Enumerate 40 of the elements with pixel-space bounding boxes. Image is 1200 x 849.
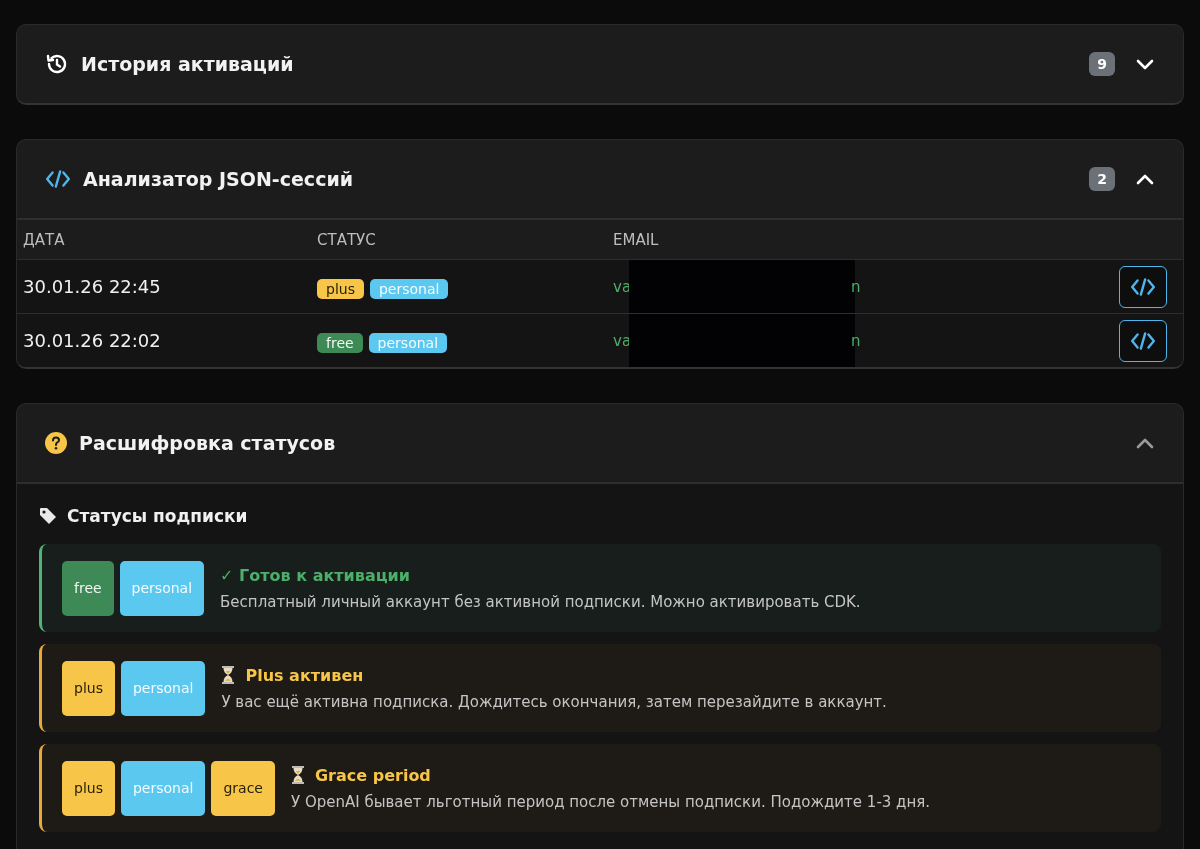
status-tag: personal [120, 660, 206, 716]
status-description: Бесплатный личный аккаунт без активной подписки. Можно активировать CDK. [220, 592, 861, 611]
status-tag: plus [317, 278, 364, 299]
email-text: n [851, 331, 861, 350]
status-description: У вас ещё активна подписка. Дождитесь окончания, затем перезайдите в аккаунт. [221, 693, 887, 711]
code-icon [1130, 329, 1156, 352]
status-title: Plus активен [245, 665, 364, 685]
status-tag: grace [211, 760, 275, 816]
email-text: n [851, 277, 861, 296]
panel-title: Расшифровка статусов [79, 432, 337, 454]
count-badge: 2 [1089, 167, 1115, 191]
panel-title: История активаций [81, 53, 295, 75]
tag-icon [39, 507, 57, 525]
code-icon [1130, 275, 1156, 298]
column-header: EMAIL [613, 230, 660, 249]
status-tag: personal [368, 332, 448, 353]
status-tag: free [62, 560, 114, 616]
status-tag: plus [62, 760, 115, 816]
status-tag: personal [120, 760, 206, 816]
count-badge: 9 [1089, 52, 1115, 76]
panel-title: Анализатор JSON-сессий [83, 168, 355, 190]
date-cell-text: 30.01.26 22:02 [23, 330, 162, 351]
status-tag: plus [62, 660, 115, 716]
history-icon [45, 52, 69, 76]
hourglass-icon [290, 765, 305, 785]
hourglass-icon [221, 665, 236, 685]
status-title: ✓ Готов к активации [220, 565, 410, 585]
view-json-button[interactable] [1119, 319, 1167, 362]
section-title: Статусы подписки [67, 506, 248, 526]
status-tag: free [317, 332, 363, 353]
view-json-button[interactable] [1119, 265, 1167, 308]
column-header: ДАТА [23, 230, 66, 249]
column-header: СТАТУС [317, 230, 377, 249]
date-cell-text: 30.01.26 22:45 [23, 276, 162, 297]
code-icon [45, 168, 71, 190]
status-description: У OpenAI бывает льготный период после отмены подписки. Подождите 1-3 дня. [290, 793, 931, 811]
status-tag: personal [119, 560, 205, 616]
help-icon [45, 432, 67, 454]
status-title: Grace period [314, 765, 431, 785]
status-tag: personal [369, 278, 449, 299]
